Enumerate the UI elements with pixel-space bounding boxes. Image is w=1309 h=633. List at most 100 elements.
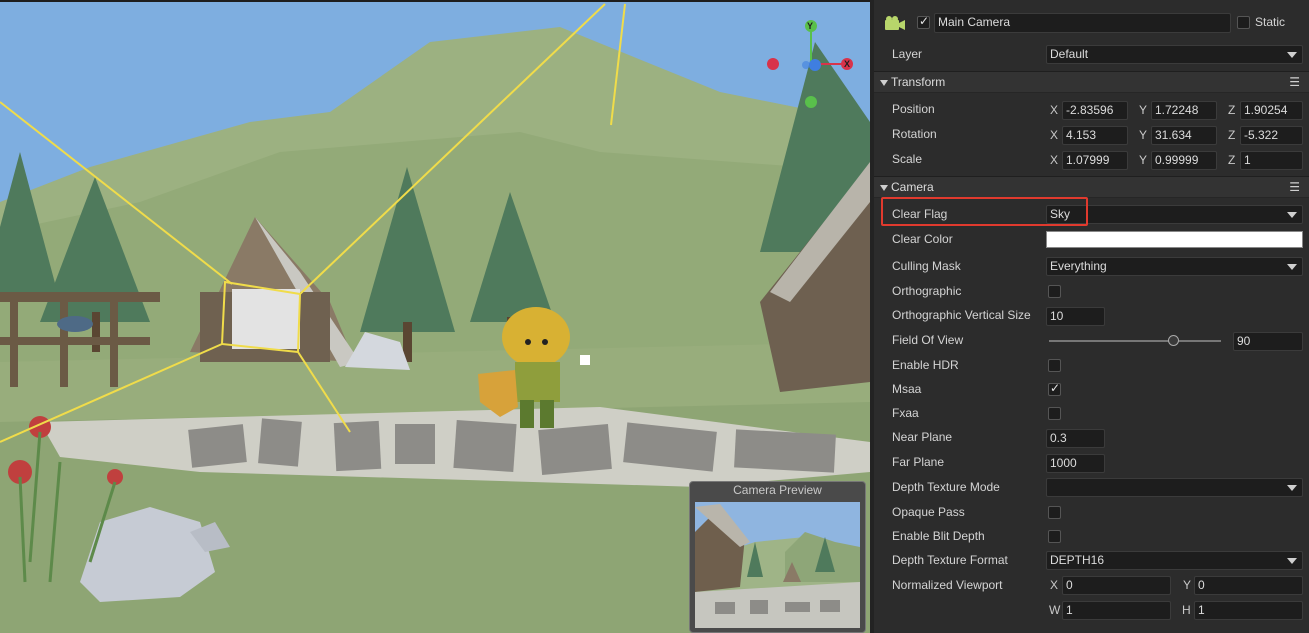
msaa-checkbox[interactable] <box>1048 381 1061 396</box>
clear-color-row: Clear Color <box>874 227 1309 252</box>
entity-enabled-checkbox[interactable] <box>917 14 930 29</box>
layer-row: Layer Default <box>874 42 1309 67</box>
orthographic-checkbox[interactable] <box>1048 285 1061 298</box>
gizmo-x-label[interactable]: X <box>844 59 850 69</box>
depth-format-row: Depth Texture Format DEPTH16 <box>874 548 1309 573</box>
axis-x-label: X <box>1050 103 1059 117</box>
viewport-size-row: W 1 H 1 <box>874 597 1309 622</box>
position-row: Position X -2.83596 Y 1.72248 Z 1.90254 <box>874 97 1309 122</box>
fov-slider-knob[interactable] <box>1168 335 1179 346</box>
far-plane-label: Far Plane <box>892 455 945 469</box>
viewport-y-field[interactable]: 0 <box>1194 576 1303 595</box>
fov-field[interactable]: 90 <box>1233 332 1303 351</box>
rotation-z-field[interactable]: -5.322 <box>1240 126 1303 145</box>
scale-z-field[interactable]: 1 <box>1240 151 1303 170</box>
near-plane-row: Near Plane 0.3 <box>874 425 1309 450</box>
static-checkbox[interactable] <box>1237 16 1250 29</box>
inspector-panel: Main Camera Static Layer Default Transfo… <box>870 0 1309 633</box>
fov-slider-track[interactable] <box>1049 340 1221 342</box>
axis-y-label: Y <box>1139 103 1148 117</box>
axis-z-label: Z <box>1228 153 1236 167</box>
chevron-down-icon <box>1287 212 1297 218</box>
blit-depth-checkbox[interactable] <box>1048 530 1061 543</box>
chevron-down-icon <box>1287 52 1297 58</box>
fov-row: Field Of View 90 <box>874 328 1309 353</box>
axis-x-label: X <box>1050 153 1059 167</box>
viewport-h-field[interactable]: 1 <box>1194 601 1303 620</box>
depth-format-select[interactable]: DEPTH16 <box>1046 551 1303 570</box>
static-label: Static <box>1255 15 1286 29</box>
position-y-field[interactable]: 1.72248 <box>1151 101 1217 120</box>
camera-section-header[interactable]: Camera ☰ <box>874 176 1309 198</box>
scale-x-field[interactable]: 1.07999 <box>1062 151 1128 170</box>
msaa-label: Msaa <box>892 382 922 396</box>
hdr-checkbox[interactable] <box>1048 359 1061 372</box>
position-x-field[interactable]: -2.83596 <box>1062 101 1128 120</box>
axis-z-label: Z <box>1228 128 1236 142</box>
culling-mask-select[interactable]: Everything <box>1046 257 1303 276</box>
scale-row: Scale X 1.07999 Y 0.99999 Z 1 <box>874 147 1309 172</box>
transform-section-header[interactable]: Transform ☰ <box>874 71 1309 93</box>
viewport-row: Normalized Viewport X 0 Y 0 <box>874 573 1309 598</box>
clear-color-swatch[interactable] <box>1046 231 1303 248</box>
axis-y-label: Y <box>1139 128 1148 142</box>
msaa-row: Msaa <box>874 377 1309 402</box>
clear-color-label: Clear Color <box>892 232 953 246</box>
camera-icon <box>884 15 906 31</box>
axis-x-label: X <box>1050 578 1059 592</box>
rotation-y-field[interactable]: 31.634 <box>1151 126 1217 145</box>
chevron-down-icon <box>1287 485 1297 491</box>
entity-header: Main Camera Static <box>874 10 1309 38</box>
depth-format-value: DEPTH16 <box>1050 553 1105 567</box>
menu-icon[interactable]: ☰ <box>1289 180 1300 194</box>
near-plane-label: Near Plane <box>892 430 953 444</box>
orthographic-label: Orthographic <box>892 284 962 298</box>
ortho-size-label: Orthographic Vertical Size <box>892 308 1031 322</box>
culling-mask-row: Culling Mask Everything <box>874 254 1309 279</box>
rotation-x-field[interactable]: 4.153 <box>1062 126 1128 145</box>
axis-y-label: Y <box>1139 153 1148 167</box>
opaque-pass-checkbox[interactable] <box>1048 506 1061 519</box>
ortho-size-field[interactable]: 10 <box>1046 307 1105 326</box>
fxaa-label: Fxaa <box>892 406 919 420</box>
culling-mask-value: Everything <box>1050 259 1107 273</box>
hdr-label: Enable HDR <box>892 358 959 372</box>
near-plane-field[interactable]: 0.3 <box>1046 429 1105 448</box>
hdr-row: Enable HDR <box>874 353 1309 378</box>
camera-preview-image <box>695 502 860 628</box>
depth-mode-label: Depth Texture Mode <box>892 480 1000 494</box>
entity-name-field[interactable]: Main Camera <box>934 13 1231 33</box>
viewport-w-field[interactable]: 1 <box>1062 601 1171 620</box>
viewport-x-field[interactable]: 0 <box>1062 576 1171 595</box>
rotation-label: Rotation <box>892 127 937 141</box>
depth-format-label: Depth Texture Format <box>892 553 1008 567</box>
layer-select[interactable]: Default <box>1046 45 1303 64</box>
depth-mode-row: Depth Texture Mode <box>874 475 1309 500</box>
clear-flag-highlight-box <box>881 197 1088 226</box>
axis-h-label: H <box>1182 603 1191 617</box>
gizmo-y-label[interactable]: Y <box>807 21 813 31</box>
blit-depth-row: Enable Blit Depth <box>874 524 1309 549</box>
collapse-triangle-icon[interactable] <box>880 80 888 86</box>
depth-mode-select[interactable] <box>1046 478 1303 497</box>
far-plane-row: Far Plane 1000 <box>874 450 1309 475</box>
viewport-label: Normalized Viewport <box>892 578 1003 592</box>
transform-title: Transform <box>891 75 946 89</box>
scale-y-field[interactable]: 0.99999 <box>1151 151 1217 170</box>
opaque-pass-label: Opaque Pass <box>892 505 965 519</box>
fxaa-row: Fxaa <box>874 401 1309 426</box>
chevron-down-icon <box>1287 264 1297 270</box>
orthographic-row: Orthographic <box>874 279 1309 304</box>
fxaa-checkbox[interactable] <box>1048 407 1061 420</box>
layer-value: Default <box>1050 47 1089 61</box>
scene-view[interactable]: Y X Camera Preview <box>0 0 870 633</box>
far-plane-field[interactable]: 1000 <box>1046 454 1105 473</box>
menu-icon[interactable]: ☰ <box>1289 75 1300 89</box>
chevron-down-icon <box>1287 558 1297 564</box>
scale-label: Scale <box>892 152 923 166</box>
axis-x-label: X <box>1050 128 1059 142</box>
ortho-size-row: Orthographic Vertical Size 10 <box>874 303 1309 328</box>
collapse-triangle-icon[interactable] <box>880 185 888 191</box>
position-z-field[interactable]: 1.90254 <box>1240 101 1303 120</box>
axis-w-label: W <box>1049 603 1061 617</box>
